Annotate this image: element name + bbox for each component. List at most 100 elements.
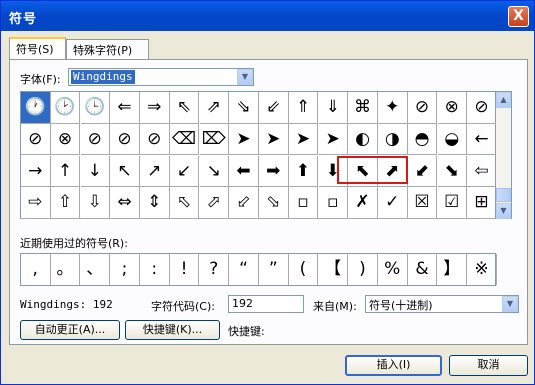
symbol-cell[interactable]: ⌘ xyxy=(348,92,378,124)
symbol-cell[interactable]: ⬆ xyxy=(288,155,319,187)
scroll-up-icon[interactable]: ▲ xyxy=(496,92,511,108)
symbol-cell[interactable]: → xyxy=(21,155,51,187)
symbol-cell[interactable]: ⇧ xyxy=(50,187,81,219)
symbol-cell[interactable]: 🕑 xyxy=(50,92,81,124)
symbol-cell[interactable]: ▫ xyxy=(318,187,348,219)
symbol-cell[interactable]: ➡ xyxy=(259,155,289,187)
recent-symbol[interactable]: 。 xyxy=(51,254,81,285)
recent-symbol[interactable]: 】 xyxy=(438,254,467,285)
symbol-cell[interactable]: ⇘ xyxy=(229,92,259,124)
recent-symbol[interactable]: & xyxy=(408,254,438,285)
recent-symbol[interactable]: ” xyxy=(259,254,289,285)
symbol-cell[interactable]: ⌫ xyxy=(169,123,200,156)
grid-scrollbar[interactable]: ▲ ▼ xyxy=(496,91,512,219)
symbol-cell[interactable]: ↑ xyxy=(50,155,81,187)
recent-symbol[interactable]: % xyxy=(378,254,408,285)
font-value: Wingdings xyxy=(71,70,135,84)
chevron-down-icon[interactable]: ▼ xyxy=(502,296,518,312)
symbol-cell[interactable]: ↗ xyxy=(140,155,170,187)
recent-symbol[interactable]: ; xyxy=(110,254,140,285)
from-select[interactable]: 符号(十进制) ▼ xyxy=(365,295,519,313)
symbol-cell[interactable]: ⇔ xyxy=(110,187,140,219)
symbol-cell[interactable]: ⇨ xyxy=(21,187,51,219)
symbol-cell[interactable]: ⇦ xyxy=(467,155,497,187)
symbol-cell[interactable]: ☒ xyxy=(407,187,438,219)
symbol-cell[interactable]: ⬀ xyxy=(199,187,229,219)
symbol-cell[interactable]: ⇙ xyxy=(259,92,289,124)
symbol-cell[interactable]: ⇑ xyxy=(288,92,319,124)
symbol-cell[interactable]: ⇐ xyxy=(110,92,140,124)
symbol-cell[interactable]: ⬁ xyxy=(169,187,200,219)
scroll-down-icon[interactable]: ▼ xyxy=(496,203,511,219)
recent-symbol[interactable]: 、 xyxy=(81,254,110,285)
recent-symbol[interactable]: ) xyxy=(348,254,378,285)
autocorrect-button[interactable]: 自动更正(A)... xyxy=(20,320,120,340)
symbol-cell[interactable]: ➤ xyxy=(318,123,348,156)
font-select[interactable]: Wingdings ▼ xyxy=(68,68,254,86)
symbol-cell[interactable]: ← xyxy=(467,123,497,156)
recent-symbol[interactable]: ? xyxy=(200,254,229,285)
symbol-cell[interactable]: 🕐 xyxy=(21,92,51,124)
symbol-cell[interactable]: ✗ xyxy=(348,187,378,219)
symbol-cell[interactable]: ⬃ xyxy=(229,187,259,219)
highlight-box xyxy=(337,156,408,184)
symbol-cell[interactable]: ↘ xyxy=(199,155,229,187)
symbol-cell[interactable]: ⊞ xyxy=(467,187,497,219)
symbol-cell[interactable]: ⬋ xyxy=(407,155,438,187)
symbol-cell[interactable]: ⇩ xyxy=(80,187,110,219)
char-code-input[interactable]: 192 xyxy=(228,295,304,313)
symbol-cell[interactable]: ⊘ xyxy=(80,123,110,156)
symbol-cell[interactable]: ▫ xyxy=(288,187,319,219)
symbol-cell[interactable]: ⇖ xyxy=(169,92,200,124)
symbol-cell[interactable]: ✦ xyxy=(378,92,408,124)
symbol-cell[interactable]: ↖ xyxy=(110,155,140,187)
recent-symbol[interactable]: ( xyxy=(289,254,319,285)
recent-symbol[interactable]: ※ xyxy=(467,254,497,285)
chevron-down-icon[interactable]: ▼ xyxy=(237,69,253,85)
symbol-cell[interactable]: ⊘ xyxy=(407,92,438,124)
symbol-cell[interactable]: ↓ xyxy=(80,155,110,187)
symbol-cell[interactable]: ⊘ xyxy=(140,123,170,156)
symbol-cell[interactable]: ➤ xyxy=(288,123,319,156)
symbol-cell[interactable]: ⇒ xyxy=(140,92,170,124)
tab-symbols[interactable]: 符号(S) xyxy=(9,37,66,59)
close-icon: X xyxy=(513,8,524,24)
insert-button[interactable]: 插入(I) xyxy=(345,355,442,376)
close-button[interactable]: X xyxy=(508,6,529,27)
symbol-cell[interactable]: ◓ xyxy=(407,123,438,156)
symbol-cell[interactable]: ⊗ xyxy=(437,92,467,124)
symbol-grid[interactable]: 🕐 🕑 🕒 ⇐ ⇒ ⇖ ⇗ ⇘ ⇙ ⇑ ⇓ ⌘ ✦ ⊘ ⊗ ⊘ ⊘ ⊗ ⊘ ⊘ ⊘ ⌫ ⌦ ➤ ➤ ➤ ➤ ◐ ◑ ◓ ◒ ← → ↑ ↓ ↖ ↗ ↙ ↘ ⬅… xyxy=(20,91,497,219)
cancel-button[interactable]: 取消 xyxy=(449,355,528,376)
symbol-cell[interactable]: ◑ xyxy=(378,123,408,156)
symbol-cell[interactable]: ◐ xyxy=(348,123,378,156)
symbol-cell[interactable]: ➤ xyxy=(259,123,289,156)
symbol-cell[interactable]: ☑ xyxy=(437,187,467,219)
symbol-cell[interactable]: ⇕ xyxy=(140,187,170,219)
recent-symbol[interactable]: ! xyxy=(170,254,200,285)
symbol-cell[interactable]: ⬊ xyxy=(437,155,467,187)
shortcut-key-button[interactable]: 快捷键(K)... xyxy=(125,320,220,340)
symbol-cell[interactable]: ⊘ xyxy=(21,123,51,156)
symbol-cell[interactable]: ◒ xyxy=(437,123,467,156)
symbol-cell[interactable]: ↙ xyxy=(169,155,200,187)
symbol-cell[interactable]: ⊘ xyxy=(467,92,497,124)
recent-symbol[interactable]: : xyxy=(140,254,170,285)
symbol-cell[interactable]: ✓ xyxy=(378,187,408,219)
symbol-dialog: 符号 X 符号(S) 特殊字符(P) 字体(F): Wingdings ▼ 🕐 🕑… xyxy=(0,0,535,385)
symbol-cell[interactable]: ⬅ xyxy=(229,155,259,187)
symbol-cell[interactable]: ⊗ xyxy=(50,123,81,156)
symbol-cell[interactable]: ⇓ xyxy=(318,92,348,124)
from-value: 符号(十进制) xyxy=(369,299,433,312)
recent-symbols[interactable]: ,。、;:!? “”(【)% &】 ※ xyxy=(20,253,497,286)
scroll-thumb[interactable] xyxy=(496,188,511,202)
symbol-cell[interactable]: ⌦ xyxy=(199,123,229,156)
recent-symbol[interactable]: 【 xyxy=(319,254,348,285)
symbol-cell[interactable]: ⇗ xyxy=(199,92,229,124)
tab-special-characters[interactable]: 特殊字符(P) xyxy=(66,39,149,59)
symbol-cell[interactable]: ➤ xyxy=(229,123,259,156)
recent-symbol[interactable]: , xyxy=(21,254,51,285)
symbol-cell[interactable]: ⊘ xyxy=(110,123,140,156)
symbol-cell[interactable]: 🕒 xyxy=(80,92,110,124)
recent-symbol[interactable]: “ xyxy=(229,254,259,285)
symbol-cell[interactable]: ⬂ xyxy=(259,187,289,219)
